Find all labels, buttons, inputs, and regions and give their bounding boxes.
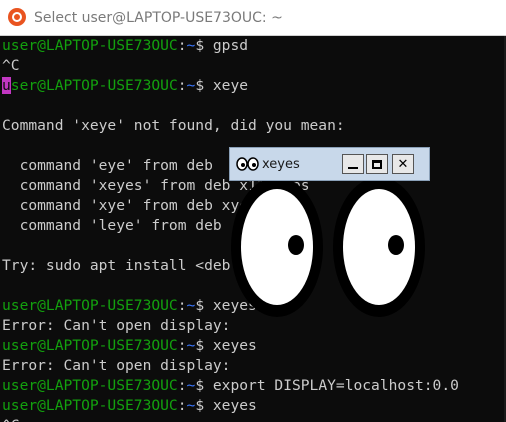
prompt-path: ~ [186, 37, 196, 54]
terminal-title: Select user@LAPTOP-USE73OUC: ~ [34, 10, 283, 26]
close-icon: ✕ [397, 156, 409, 172]
close-button[interactable]: ✕ [392, 154, 414, 174]
terminal-titlebar[interactable]: Select user@LAPTOP-USE73OUC: ~ [0, 0, 506, 36]
maximize-button[interactable] [366, 154, 388, 174]
terminal-text: $ xeyes [195, 337, 257, 354]
prompt-user: ser@LAPTOP-USE73OUC [10, 77, 178, 94]
terminal-text: ^C [2, 57, 20, 74]
prompt-user: user@LAPTOP-USE73OUC [2, 337, 178, 354]
prompt-user: user@LAPTOP-USE73OUC [2, 377, 178, 394]
xeyes-canvas [231, 181, 425, 317]
terminal-text: Error: Can't open display: [2, 317, 231, 334]
xeyes-window[interactable]: xeyes ✕ [229, 147, 430, 317]
minimize-icon [348, 167, 358, 169]
terminal-text: ^C [2, 417, 20, 422]
terminal-text: : [177, 397, 187, 414]
prompt-user: user@LAPTOP-USE73OUC [2, 397, 178, 414]
minimize-button[interactable] [342, 154, 364, 174]
terminal-line: ^C [2, 416, 459, 422]
terminal-line: Error: Can't open display: [2, 356, 459, 376]
terminal-text: : [177, 37, 187, 54]
prompt-path: ~ [186, 397, 196, 414]
terminal-text: : [177, 297, 187, 314]
terminal-text: $ xeye [195, 77, 249, 94]
prompt-path: ~ [186, 77, 196, 94]
terminal-line: user@LAPTOP-USE73OUC:~$ xeye [2, 76, 459, 96]
xeyes-app-icon [236, 157, 259, 171]
terminal-line: user@LAPTOP-USE73OUC:~$ gpsd [2, 36, 459, 56]
terminal-line: Error: Can't open display: [2, 316, 459, 336]
terminal-text: Command 'xeye' not found, did you mean: [2, 117, 345, 134]
xeyes-title: xeyes [262, 157, 300, 172]
left-pupil [288, 235, 304, 255]
ubuntu-logo-icon [8, 8, 26, 26]
prompt-path: ~ [186, 297, 196, 314]
prompt-user: user@LAPTOP-USE73OUC [2, 297, 178, 314]
terminal-text: : [177, 77, 187, 94]
terminal-text: : [177, 377, 187, 394]
terminal-line: Command 'xeye' not found, did you mean: [2, 116, 459, 136]
terminal-line: user@LAPTOP-USE73OUC:~$ xeyes [2, 336, 459, 356]
terminal-text: Error: Can't open display: [2, 357, 231, 374]
prompt-path: ~ [186, 377, 196, 394]
maximize-icon [372, 159, 382, 169]
terminal-text: $ export DISPLAY=localhost:0.0 [195, 377, 459, 394]
terminal-line: user@LAPTOP-USE73OUC:~$ export DISPLAY=l… [2, 376, 459, 396]
terminal-text: command 'xye' from deb xye [2, 197, 249, 214]
terminal-text: $ xeyes [195, 397, 257, 414]
right-pupil [388, 235, 404, 255]
terminal-text: command 'eye' from deb [2, 157, 213, 174]
xeyes-titlebar[interactable]: xeyes ✕ [229, 147, 430, 181]
prompt-user: user@LAPTOP-USE73OUC [2, 37, 178, 54]
prompt-path: ~ [186, 337, 196, 354]
cursor: u [2, 77, 11, 94]
terminal-text: command 'leye' from deb [2, 217, 222, 234]
terminal-text: $ gpsd [195, 37, 249, 54]
terminal-line: user@LAPTOP-USE73OUC:~$ xeyes [2, 396, 459, 416]
right-eye-white [343, 189, 415, 305]
terminal-text: : [177, 337, 187, 354]
terminal-line: ^C [2, 56, 459, 76]
